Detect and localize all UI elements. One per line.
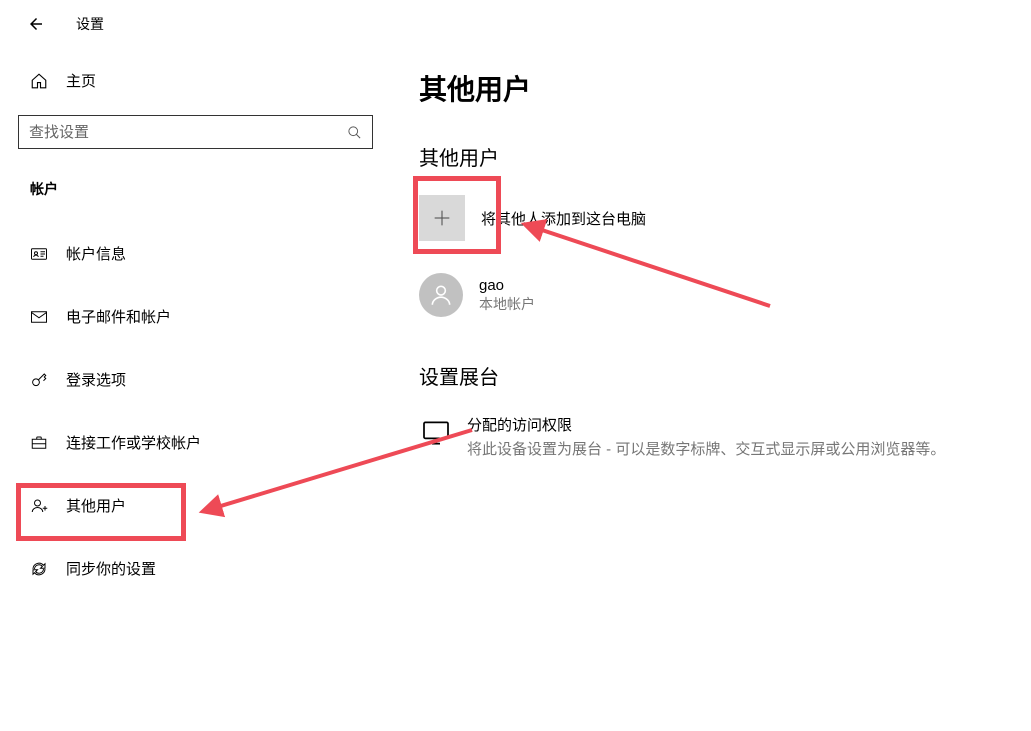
add-user-button[interactable]: 将其他人添加到这台电脑: [419, 195, 997, 241]
search-icon: [346, 124, 362, 140]
window-title: 设置: [76, 14, 104, 34]
user-type: 本地帐户: [479, 294, 535, 314]
section-heading-other-users: 其他用户: [419, 142, 997, 171]
envelope-icon: [30, 308, 48, 326]
user-info: gao 本地帐户: [479, 277, 535, 314]
sidebar-item-label: 登录选项: [66, 369, 126, 390]
sidebar-item-label: 帐户信息: [66, 243, 126, 264]
sidebar-item-account-info[interactable]: 帐户信息: [18, 229, 367, 278]
kiosk-info: 分配的访问权限 将此设备设置为展台 - 可以是数字标牌、交互式显示屏或公用浏览器…: [467, 414, 945, 461]
avatar: [419, 273, 463, 317]
sidebar-home-button[interactable]: 主页: [18, 60, 367, 101]
kiosk-title: 分配的访问权限: [467, 414, 945, 435]
person-add-icon: [30, 497, 48, 515]
header-bar: 设置: [0, 0, 1031, 48]
kiosk-assigned-access[interactable]: 分配的访问权限 将此设备设置为展台 - 可以是数字标牌、交互式显示屏或公用浏览器…: [419, 414, 997, 461]
add-user-label: 将其他人添加到这台电脑: [481, 208, 646, 229]
briefcase-icon: [30, 434, 48, 452]
key-icon: [30, 371, 48, 389]
sidebar-section-label: 帐户: [18, 179, 367, 199]
person-icon: [428, 282, 454, 308]
back-button[interactable]: [24, 12, 48, 36]
sidebar-item-signin-options[interactable]: 登录选项: [18, 355, 367, 404]
plus-icon: [431, 207, 453, 229]
sidebar-item-work-school[interactable]: 连接工作或学校帐户: [18, 418, 367, 467]
sidebar-item-other-users[interactable]: 其他用户: [18, 481, 367, 530]
id-card-icon: [30, 245, 48, 263]
user-row[interactable]: gao 本地帐户: [419, 273, 997, 317]
sidebar-item-label: 其他用户: [66, 495, 126, 516]
kiosk-desc: 将此设备设置为展台 - 可以是数字标牌、交互式显示屏或公用浏览器等。: [467, 439, 945, 461]
sidebar-item-label: 电子邮件和帐户: [66, 306, 171, 327]
section-heading-kiosk: 设置展台: [419, 361, 997, 390]
monitor-icon: [419, 416, 453, 450]
sidebar-item-sync-settings[interactable]: 同步你的设置: [18, 544, 367, 593]
sidebar-item-email-accounts[interactable]: 电子邮件和帐户: [18, 292, 367, 341]
sidebar-item-label: 连接工作或学校帐户: [66, 432, 201, 453]
home-icon: [30, 72, 48, 90]
sidebar-item-label: 同步你的设置: [66, 558, 156, 579]
sidebar-home-label: 主页: [66, 70, 96, 91]
user-name: gao: [479, 277, 535, 294]
add-user-tile: [419, 195, 465, 241]
page-title: 其他用户: [419, 68, 997, 108]
main-content: 其他用户 其他用户 将其他人添加到这台电脑 gao 本地帐户: [385, 48, 1031, 731]
search-box[interactable]: [18, 115, 373, 149]
search-input[interactable]: [29, 124, 346, 141]
arrow-left-icon: [27, 15, 45, 33]
sync-icon: [30, 560, 48, 578]
sidebar: 主页 帐户 帐户信息 电子邮件和帐户 登录选项: [0, 48, 385, 731]
